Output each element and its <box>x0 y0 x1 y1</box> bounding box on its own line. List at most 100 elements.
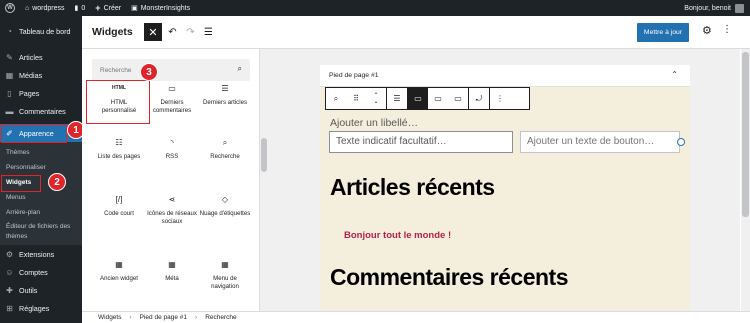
search-placeholder: Recherche <box>100 66 132 74</box>
list-view-icon[interactable]: ☰ <box>201 23 216 41</box>
drag-handle-icon[interactable]: ⠿ <box>346 88 366 109</box>
close-inserter-button[interactable]: ✕ <box>144 23 162 41</box>
breadcrumb: Widgets › Pied de page #1 › Recherche <box>82 311 750 323</box>
recent-post-link[interactable]: Bonjour tout le monde ! <box>344 230 451 241</box>
button-only-icon[interactable]: ▭ <box>448 88 468 109</box>
block-meta[interactable]: ▦ Méta <box>146 258 198 283</box>
block-latest-posts[interactable]: ☰ Derniers articles <box>199 82 251 107</box>
wordpress-logo-icon: W <box>5 3 15 13</box>
resize-handle[interactable] <box>677 138 685 146</box>
pin-icon: ✎ <box>6 52 13 62</box>
heading-recent-comments: Commentaires récents <box>330 264 569 290</box>
canvas-scrollbar-thumb[interactable] <box>742 52 749 217</box>
tag-icon: ◇ <box>221 195 229 205</box>
site-name: wordpress <box>32 4 65 12</box>
comments-count: 0 <box>81 4 86 12</box>
calendar-icon: ▦ <box>221 260 229 270</box>
monsterinsights-link[interactable]: ▣ MonsterInsights <box>126 0 195 16</box>
avatar <box>735 3 744 13</box>
sidebar-item-dashboard[interactable]: ◔ Tableau de bord <box>0 22 82 40</box>
dashboard-icon: ◔ <box>7 26 12 36</box>
new-content-link[interactable]: + Créer <box>90 0 126 16</box>
canvas-scrollbar[interactable] <box>741 49 750 311</box>
sidebar-item-tools[interactable]: ✚ Outils <box>0 281 82 299</box>
appearance-submenu: Thèmes Personnaliser Widgets Menus Arriè… <box>0 142 82 245</box>
users-icon: ☺ <box>5 267 14 277</box>
shortcode-icon: [/] <box>115 195 123 205</box>
button-position-icon[interactable]: ▭ <box>428 88 448 109</box>
callout-box-appearance <box>1 124 67 143</box>
transform-icon[interactable]: ⤾ <box>469 88 489 109</box>
search-input[interactable]: Recherche ⌕ <box>92 59 250 81</box>
page-list-icon: ☷ <box>115 138 123 148</box>
calendar-icon: ▦ <box>168 260 176 270</box>
account-menu[interactable]: Bonjour, benoit <box>684 3 750 13</box>
submenu-customize[interactable]: Personnaliser <box>0 160 82 175</box>
admin-sidebar: ◔ Tableau de bord ✎ Articles ▦ Médias ▯ … <box>0 16 82 323</box>
site-name-link[interactable]: ⌂ wordpress <box>20 0 70 16</box>
breadcrumb-separator: › <box>195 314 198 321</box>
sidebar-item-pages[interactable]: ▯ Pages <box>0 84 82 102</box>
greeting: Bonjour, benoit <box>684 4 731 12</box>
submenu-menus[interactable]: Menus <box>0 190 82 205</box>
breadcrumb-item[interactable]: Widgets <box>98 314 121 321</box>
redo-icon[interactable]: ↷ <box>183 23 198 41</box>
callout-box-html-block <box>86 80 150 124</box>
editor-header: Widgets ✕ ↶ ↷ ☰ Mettre à jour ⚙ ⋮ <box>82 16 750 49</box>
search-icon: ⌕ <box>222 138 228 148</box>
block-legacy-widget[interactable]: ▦ Ancien widget <box>93 258 145 283</box>
submenu-themes[interactable]: Thèmes <box>0 145 82 160</box>
comments-link[interactable]: ▮ 0 <box>70 0 91 16</box>
block-rss[interactable]: ◝ RSS <box>146 136 198 161</box>
more-options-icon[interactable]: ⋮ <box>490 88 510 109</box>
monsterinsights-icon: ▣ <box>131 5 138 12</box>
page-title: Widgets <box>92 26 133 38</box>
submenu-background[interactable]: Arrière-plan <box>0 205 82 220</box>
wp-logo-menu[interactable]: W <box>0 0 20 16</box>
align-icon[interactable]: ☰ <box>387 88 407 109</box>
move-up-down-icon[interactable]: ⌃ ⌄ <box>366 88 386 109</box>
plugin-label: MonsterInsights <box>140 4 191 12</box>
submenu-theme-editor[interactable]: Éditeur de fichiers des thèmes <box>0 220 82 242</box>
share-icon: ⋖ <box>168 195 176 205</box>
block-search[interactable]: ⌕ Recherche <box>199 136 251 161</box>
wp-widgets-screen: W ⌂ wordpress ▮ 0 + Créer ▣ MonsterInsig… <box>0 0 750 323</box>
block-shortcode[interactable]: [/] Code court <box>93 193 145 218</box>
breadcrumb-item[interactable]: Pied de page #1 <box>140 314 187 321</box>
sidebar-item-articles[interactable]: ✎ Articles <box>0 48 82 66</box>
tools-icon: ✚ <box>6 285 13 295</box>
block-latest-comments[interactable]: ▭ Derniers commentaires <box>146 82 198 114</box>
breadcrumb-item[interactable]: Recherche <box>205 314 236 321</box>
home-icon: ⌂ <box>25 4 30 12</box>
breadcrumb-separator: › <box>129 314 132 321</box>
widget-area-header[interactable]: Pied de page #1 ⌃ <box>320 65 690 87</box>
more-options-icon[interactable]: ⋮ <box>722 24 732 35</box>
search-label-placeholder[interactable]: Ajouter un libellé… <box>330 117 418 129</box>
gear-icon[interactable]: ⚙ <box>702 24 712 37</box>
undo-icon[interactable]: ↶ <box>165 23 180 41</box>
update-button[interactable]: Mettre à jour <box>637 23 689 42</box>
sidebar-item-comments[interactable]: ▬ Commentaires <box>0 102 82 120</box>
search-button-placeholder[interactable]: Ajouter un texte de bouton… <box>520 131 680 153</box>
rss-icon: ◝ <box>170 138 174 148</box>
block-page-list[interactable]: ☷ Liste des pages <box>93 136 145 161</box>
comment-icon: ▭ <box>168 84 176 94</box>
block-navigation-menu[interactable]: ▦ Menu de navigation <box>199 258 251 290</box>
calendar-icon: ▦ <box>115 260 123 270</box>
callout-badge-3: 3 <box>140 63 158 81</box>
block-tag-cloud[interactable]: ◇ Nuage d'étiquettes <box>199 193 251 218</box>
search-input-placeholder[interactable]: Texte indicatif facultatif… <box>329 131 513 153</box>
list-icon: ☰ <box>221 84 229 94</box>
sidebar-item-users[interactable]: ☺ Comptes <box>0 263 82 281</box>
sidebar-item-settings[interactable]: ⊞ Réglages <box>0 299 82 317</box>
callout-box-widgets <box>1 175 41 192</box>
block-toolbar: ⌕ ⠿ ⌃ ⌄ ☰ ▭ ▭ ▭ ⤾ ⋮ <box>325 87 530 110</box>
inserter-scrollbar[interactable] <box>260 49 268 311</box>
search-block-icon[interactable]: ⌕ <box>326 88 346 109</box>
sidebar-item-plugins[interactable]: ⚙ Extensions <box>0 245 82 263</box>
chevron-up-icon[interactable]: ⌃ <box>671 70 678 79</box>
block-social-icons[interactable]: ⋖ Icônes de réseaux sociaux <box>146 193 198 225</box>
sidebar-item-media[interactable]: ▦ Médias <box>0 66 82 84</box>
inserter-scrollbar-thumb[interactable] <box>261 138 267 172</box>
label-toggle-icon[interactable]: ▭ <box>408 88 428 109</box>
